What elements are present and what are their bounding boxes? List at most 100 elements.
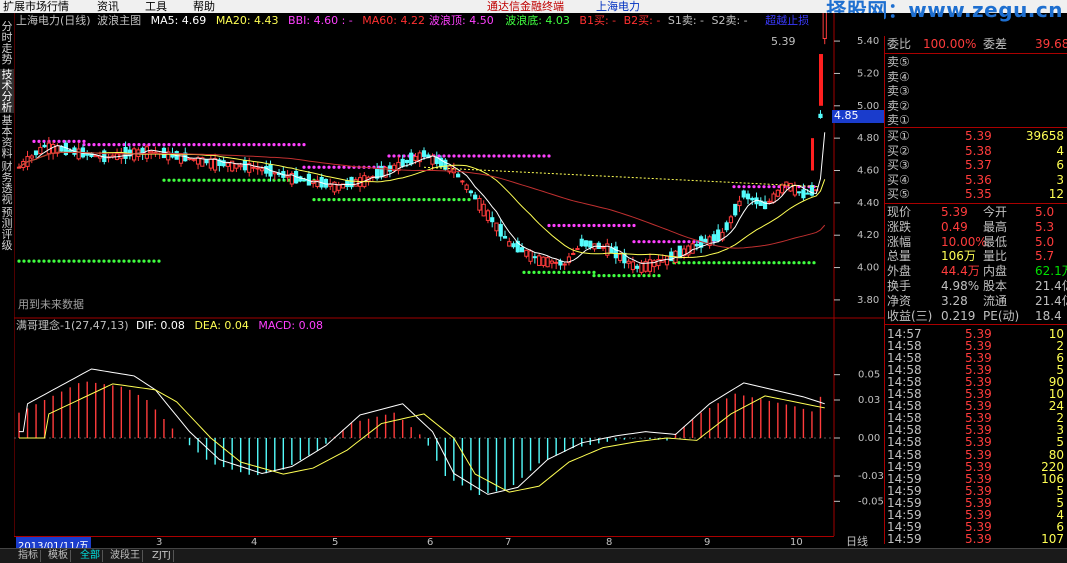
tab-zjtj[interactable]: ZJTJ [150, 550, 174, 562]
candle-body [149, 150, 154, 154]
tab-indicator[interactable]: 指标 [16, 550, 41, 562]
stat-row: 总量 106万 量比 5.7 [885, 249, 1067, 264]
wave-top-band [267, 143, 271, 147]
candle-body [238, 164, 243, 168]
wave-top-band [577, 223, 581, 228]
wave-top-band [747, 185, 751, 189]
wave-top-band [397, 154, 401, 158]
wave-bottom-band [107, 259, 111, 263]
wave-bottom-band [542, 270, 546, 275]
price-tick-label: 4.20 [857, 230, 879, 241]
candle-body [498, 224, 503, 237]
menu-item-market[interactable]: 扩展市场行情 [3, 0, 69, 13]
tab-technical[interactable]: 技术分析 [0, 69, 14, 113]
wave-top-band [617, 223, 621, 228]
b2-value: B2买: - [623, 14, 661, 27]
wave-bottom-band [197, 178, 201, 182]
wave-bottom-band [147, 259, 151, 263]
stat-label: 总量 [887, 249, 912, 264]
stat-value: 106万 [941, 249, 976, 264]
candle-body [724, 222, 729, 231]
wave-bottom-band [377, 198, 381, 202]
wave-top-band [162, 143, 166, 147]
wave-top-band [242, 143, 246, 147]
wave-bottom-band [707, 261, 711, 265]
wave-bottom-band [602, 274, 606, 278]
wave-bottom-band [152, 259, 156, 263]
sell-level-label: 卖② [887, 98, 910, 113]
wave-top-band [277, 143, 281, 147]
stat-row: 涨幅 10.00% 最低 5.0 [885, 235, 1067, 250]
wave-top-band [82, 139, 86, 143]
stoploss-label: 超越止损 [765, 14, 810, 27]
wave-bottom-band [557, 270, 561, 275]
wave-top-band [647, 240, 651, 244]
wave-bottom-band [437, 198, 441, 202]
tick-price: 5.39 [965, 531, 992, 546]
wave-bottom-band [442, 198, 446, 202]
wave-top-band [147, 143, 151, 147]
wave-top-band [197, 143, 201, 147]
wave-bottom-band [547, 270, 551, 275]
candle-body [33, 150, 39, 156]
candle-body [694, 243, 699, 247]
kline-chart[interactable]: 5.405.205.004.804.604.404.204.003.800.05… [14, 13, 884, 536]
menu-item-news[interactable]: 资讯 [97, 0, 119, 13]
tab-finance[interactable]: 财务透视 [0, 161, 14, 205]
wave-top-band [312, 165, 316, 169]
candle-body [532, 256, 537, 259]
wave-bottom-band [617, 274, 621, 278]
menu-item-help[interactable]: 帮助 [193, 0, 215, 13]
wave-top-band [302, 143, 306, 147]
wave-top-band [542, 154, 546, 158]
candle-body [519, 247, 525, 253]
wave-bottom-band [117, 259, 121, 263]
candle-body [647, 259, 653, 272]
wave-top-band [602, 223, 606, 228]
buy-level-row: 买④ 5.36 3 [885, 173, 1067, 188]
wave-top-band [212, 143, 216, 147]
wave-top-band [77, 139, 81, 143]
sell-level-row: 卖⑤ [885, 55, 1067, 70]
wave-top-band [262, 143, 266, 147]
tab-profile[interactable]: 基本资料 [0, 115, 14, 159]
tab-intraday[interactable]: 分时走势 [0, 21, 14, 65]
period-label[interactable]: 日线 [846, 536, 868, 548]
buy-level-volume: 12 [1048, 187, 1064, 202]
wave-bottom-band [792, 261, 796, 265]
buy-level-price: 5.37 [965, 158, 992, 173]
bbi-extra: : - [341, 14, 353, 27]
candle-body [805, 192, 810, 195]
wave-bottom-band [247, 178, 251, 182]
wave-bottom-band [232, 178, 236, 182]
candle-body [562, 263, 567, 266]
sell-level-row: 卖④ [885, 70, 1067, 85]
month-7: 7 [505, 537, 512, 548]
tab-template[interactable]: 模板 [46, 550, 71, 562]
wave-bottom-band [32, 259, 36, 263]
wave-top-band [452, 154, 456, 158]
wave-top-band [547, 154, 551, 158]
wave-bottom-band [422, 198, 426, 202]
menu-item-tools[interactable]: 工具 [145, 0, 167, 13]
candle-body [494, 222, 499, 232]
price-tick-label: 4.40 [857, 198, 879, 209]
s1-value: S1卖: - [667, 14, 704, 27]
tick-volume: 107 [1041, 531, 1064, 546]
stat-label: 今开 [983, 205, 1008, 219]
stat-row: 涨跌 0.49 最高 5.3 [885, 220, 1067, 235]
wave-bottom-band [807, 261, 811, 265]
tab-all[interactable]: 全部 [78, 550, 103, 562]
stat-value: 62.1万 [1035, 264, 1067, 279]
wave-top-band [207, 143, 211, 147]
candle-body [737, 200, 742, 207]
candle-body [613, 246, 618, 259]
tab-rating[interactable]: 预测评级 [0, 207, 14, 251]
buy-level-row: 买⑤ 5.35 12 [885, 187, 1067, 202]
wave-top-band [302, 165, 306, 169]
candle-body [421, 150, 427, 157]
menu-bar: 扩展市场行情 资讯 工具 帮助 通达信金融终端 上海电力 择股网：www.zeg… [0, 0, 1067, 20]
candle-body [413, 156, 418, 161]
tab-bodan[interactable]: 波段王 [108, 550, 143, 562]
candle-body [554, 261, 559, 264]
